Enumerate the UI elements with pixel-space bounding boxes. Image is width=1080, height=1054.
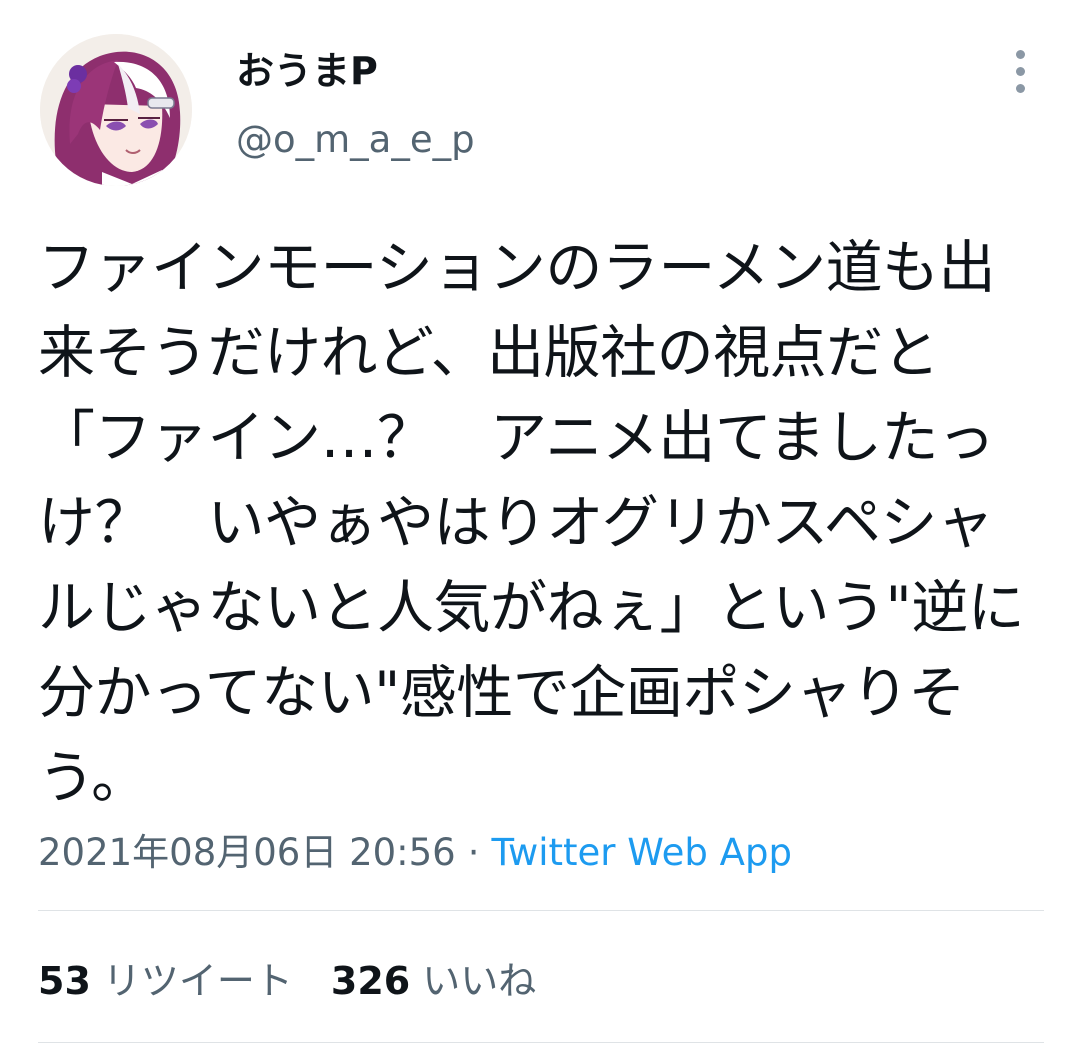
likes-count: 326	[330, 959, 411, 1003]
user-handle[interactable]: @o_m_a_e_p	[236, 118, 475, 161]
divider	[38, 910, 1044, 911]
dot	[1015, 83, 1025, 93]
avatar[interactable]	[40, 34, 192, 186]
divider	[38, 1042, 1044, 1043]
dot	[1015, 49, 1025, 59]
retweets-count: 53	[38, 959, 91, 1003]
tweet-meta: 2021年08月06日 20:56 · Twitter Web App	[38, 822, 792, 876]
retweets-stat[interactable]: 53 リツイート	[38, 950, 293, 1005]
source-link[interactable]: Twitter Web App	[491, 831, 791, 874]
timestamp[interactable]: 2021年08月06日 20:56	[38, 831, 456, 874]
meta-separator: ·	[467, 831, 480, 874]
tweet-detail: おうまP @o_m_a_e_p ファインモーションのラーメン道も出来そうだけれど…	[0, 0, 1080, 1054]
display-name[interactable]: おうまP	[236, 40, 378, 95]
likes-stat[interactable]: 326 いいね	[331, 950, 536, 1005]
likes-label: いいね	[422, 959, 537, 1003]
engagement-stats: 53 リツイート 326 いいね	[38, 950, 536, 1005]
tweet-text: ファインモーションのラーメン道も出来そうだけれど、出版社の視点だと「ファイン…？…	[38, 235, 1025, 811]
more-options-icon[interactable]	[1000, 46, 1040, 96]
retweets-label: リツイート	[102, 959, 293, 1003]
dot	[1015, 66, 1025, 76]
anime-girl-avatar-icon	[40, 34, 192, 186]
